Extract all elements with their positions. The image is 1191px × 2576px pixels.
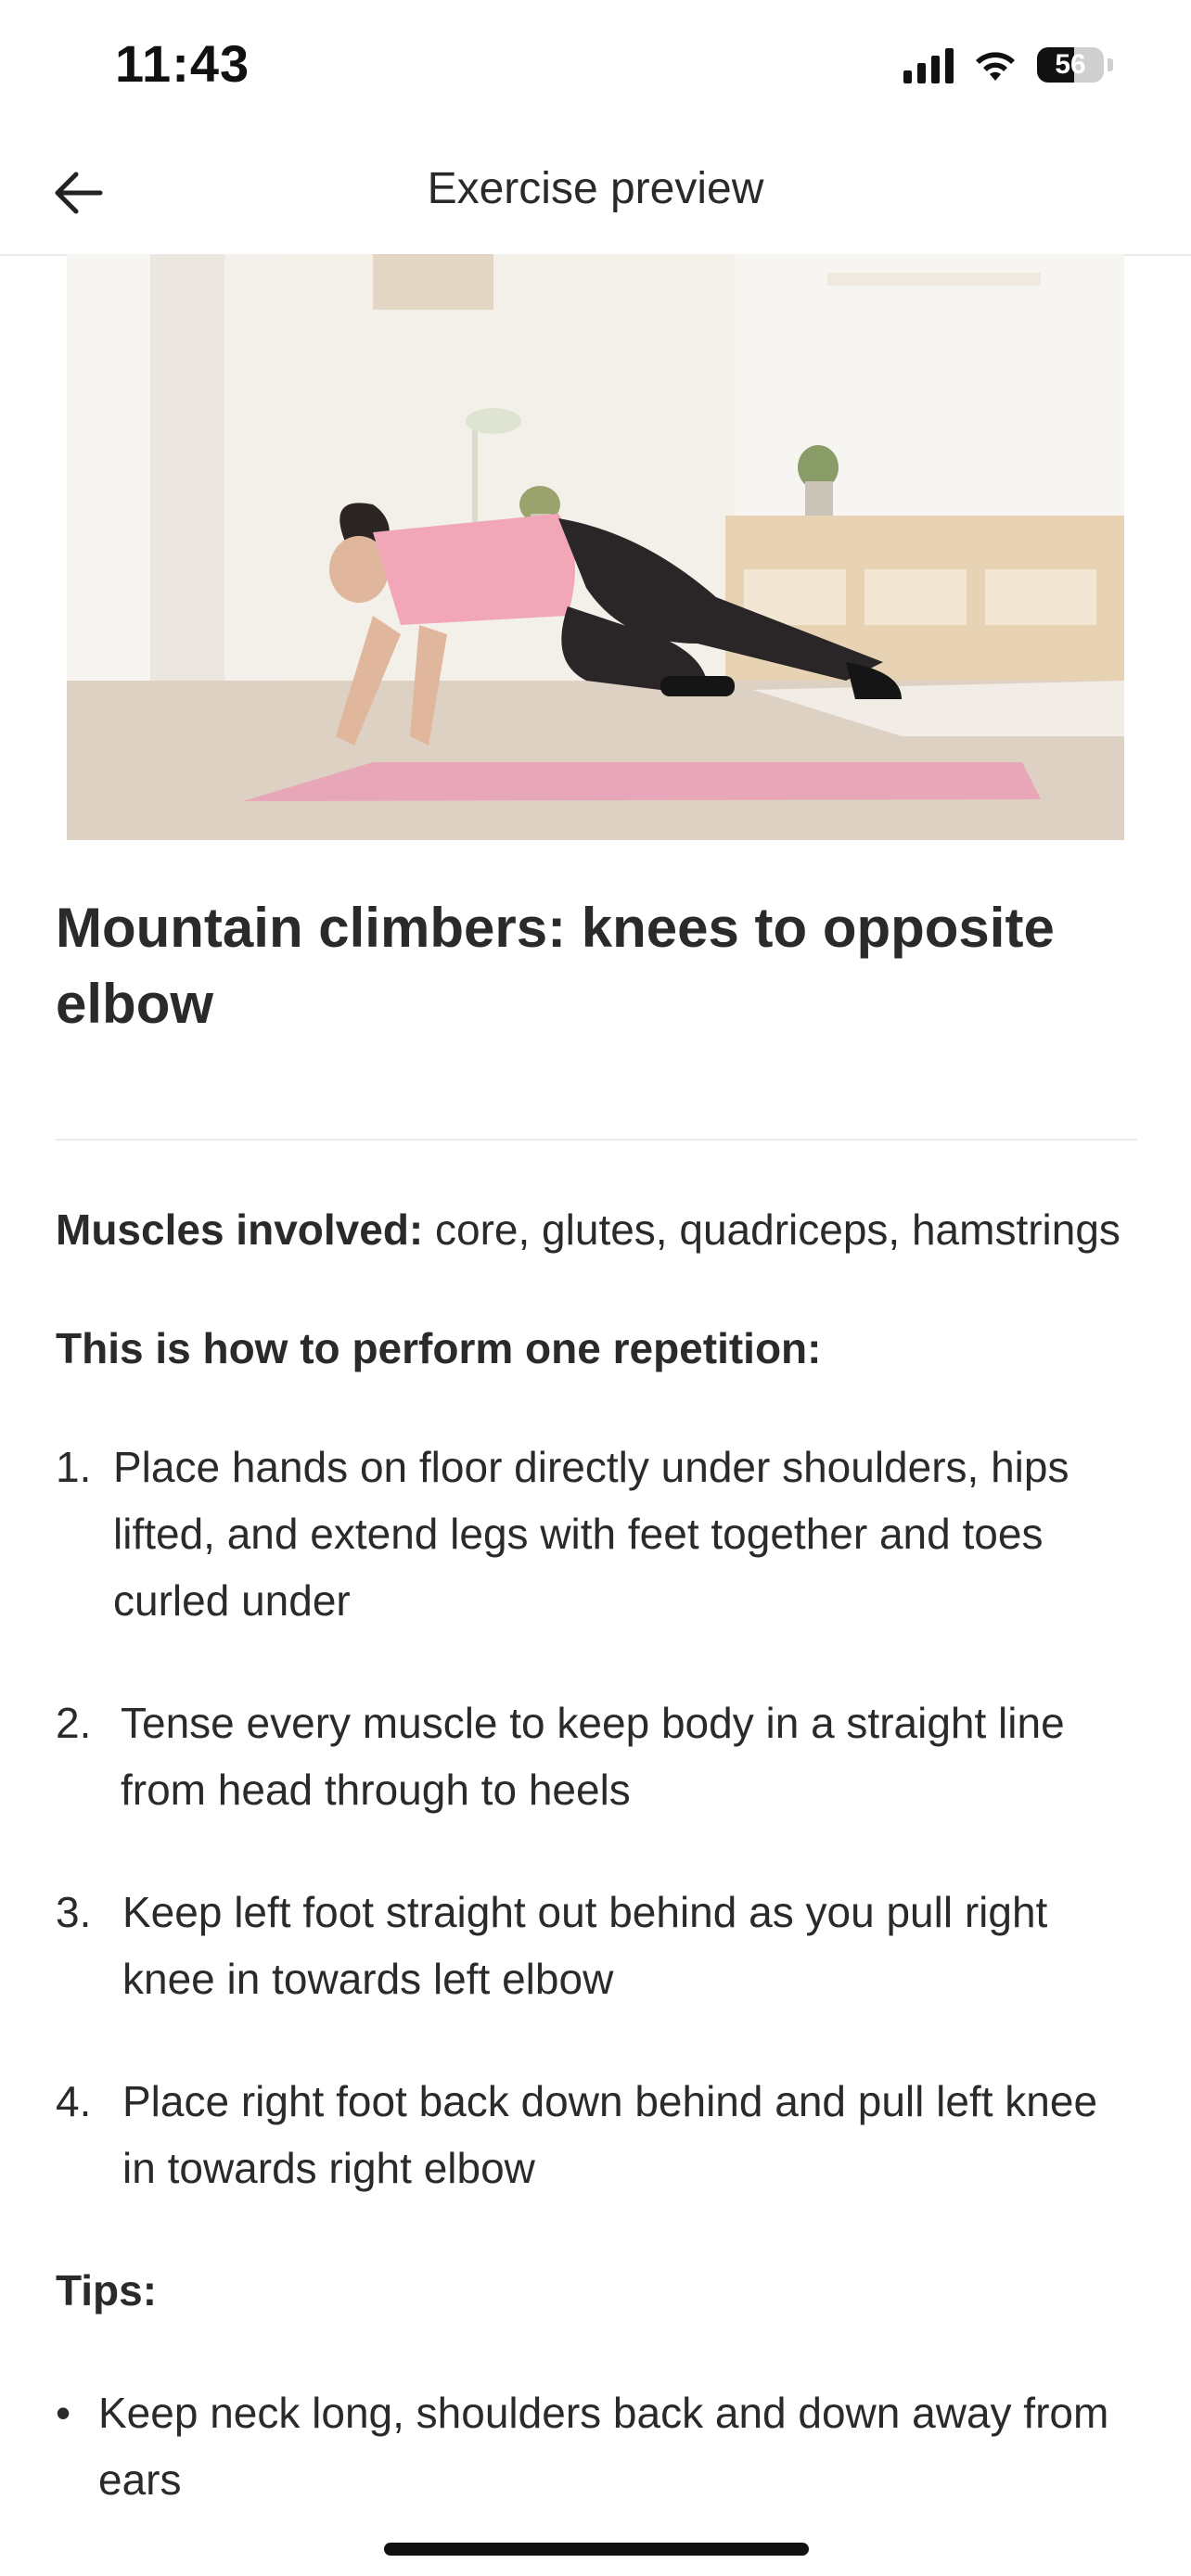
status-bar: 11:43 56	[0, 0, 1191, 130]
step-text: Place hands on floor directly under shou…	[113, 1443, 1069, 1625]
home-indicator[interactable]	[384, 2543, 809, 2556]
howto-heading: This is how to perform one repetition:	[56, 1324, 822, 1372]
tips-heading: Tips:	[56, 2266, 158, 2315]
tip-text: Keep neck long, shoulders back and down …	[98, 2389, 1109, 2504]
step-text: Tense every muscle to keep body in a str…	[121, 1699, 1065, 1814]
step-item: 3. Keep left foot straight out behind as…	[56, 1879, 1137, 2012]
step-text: Keep left foot straight out behind as yo…	[122, 1888, 1048, 2003]
page-title: Exercise preview	[427, 164, 764, 213]
divider	[56, 1139, 1137, 1141]
battery-percent: 56	[1055, 49, 1086, 80]
tips-list: • Keep neck long, shoulders back and dow…	[56, 2379, 1137, 2513]
step-item: 1. Place hands on floor directly under s…	[56, 1434, 1137, 1634]
wifi-icon	[976, 52, 1015, 81]
muscles-value: core, glutes, quadriceps, hamstrings	[423, 1205, 1121, 1254]
steps-list: 1. Place hands on floor directly under s…	[56, 1434, 1137, 2201]
cellular-signal-icon	[903, 46, 954, 83]
tip-item: • Keep neck long, shoulders back and dow…	[56, 2379, 1137, 2513]
step-item: 4. Place right foot back down behind and…	[56, 2068, 1137, 2201]
muscles-label: Muscles involved:	[56, 1205, 424, 1254]
step-number: 3.	[56, 1888, 92, 1936]
step-item: 2. Tense every muscle to keep body in a …	[56, 1690, 1137, 1823]
exercise-title: Mountain climbers: knees to opposite elb…	[56, 897, 1055, 1035]
step-number: 1.	[56, 1443, 92, 1491]
status-icons: 56	[903, 46, 1113, 83]
muscles-involved: Muscles involved: core, glutes, quadrice…	[56, 1196, 1137, 1263]
step-number: 4.	[56, 2077, 92, 2125]
exercise-details: Mountain climbers: knees to opposite elb…	[56, 890, 1137, 2513]
bullet-icon: •	[56, 2389, 71, 2437]
step-number: 2.	[56, 1699, 92, 1747]
exercise-demo-image	[67, 254, 1124, 840]
battery-cap	[1108, 58, 1113, 71]
battery-icon: 56	[1037, 47, 1104, 83]
navigation-bar: Exercise preview	[0, 130, 1191, 256]
step-text: Place right foot back down behind and pu…	[122, 2077, 1098, 2192]
status-time: 11:43	[115, 34, 250, 93]
